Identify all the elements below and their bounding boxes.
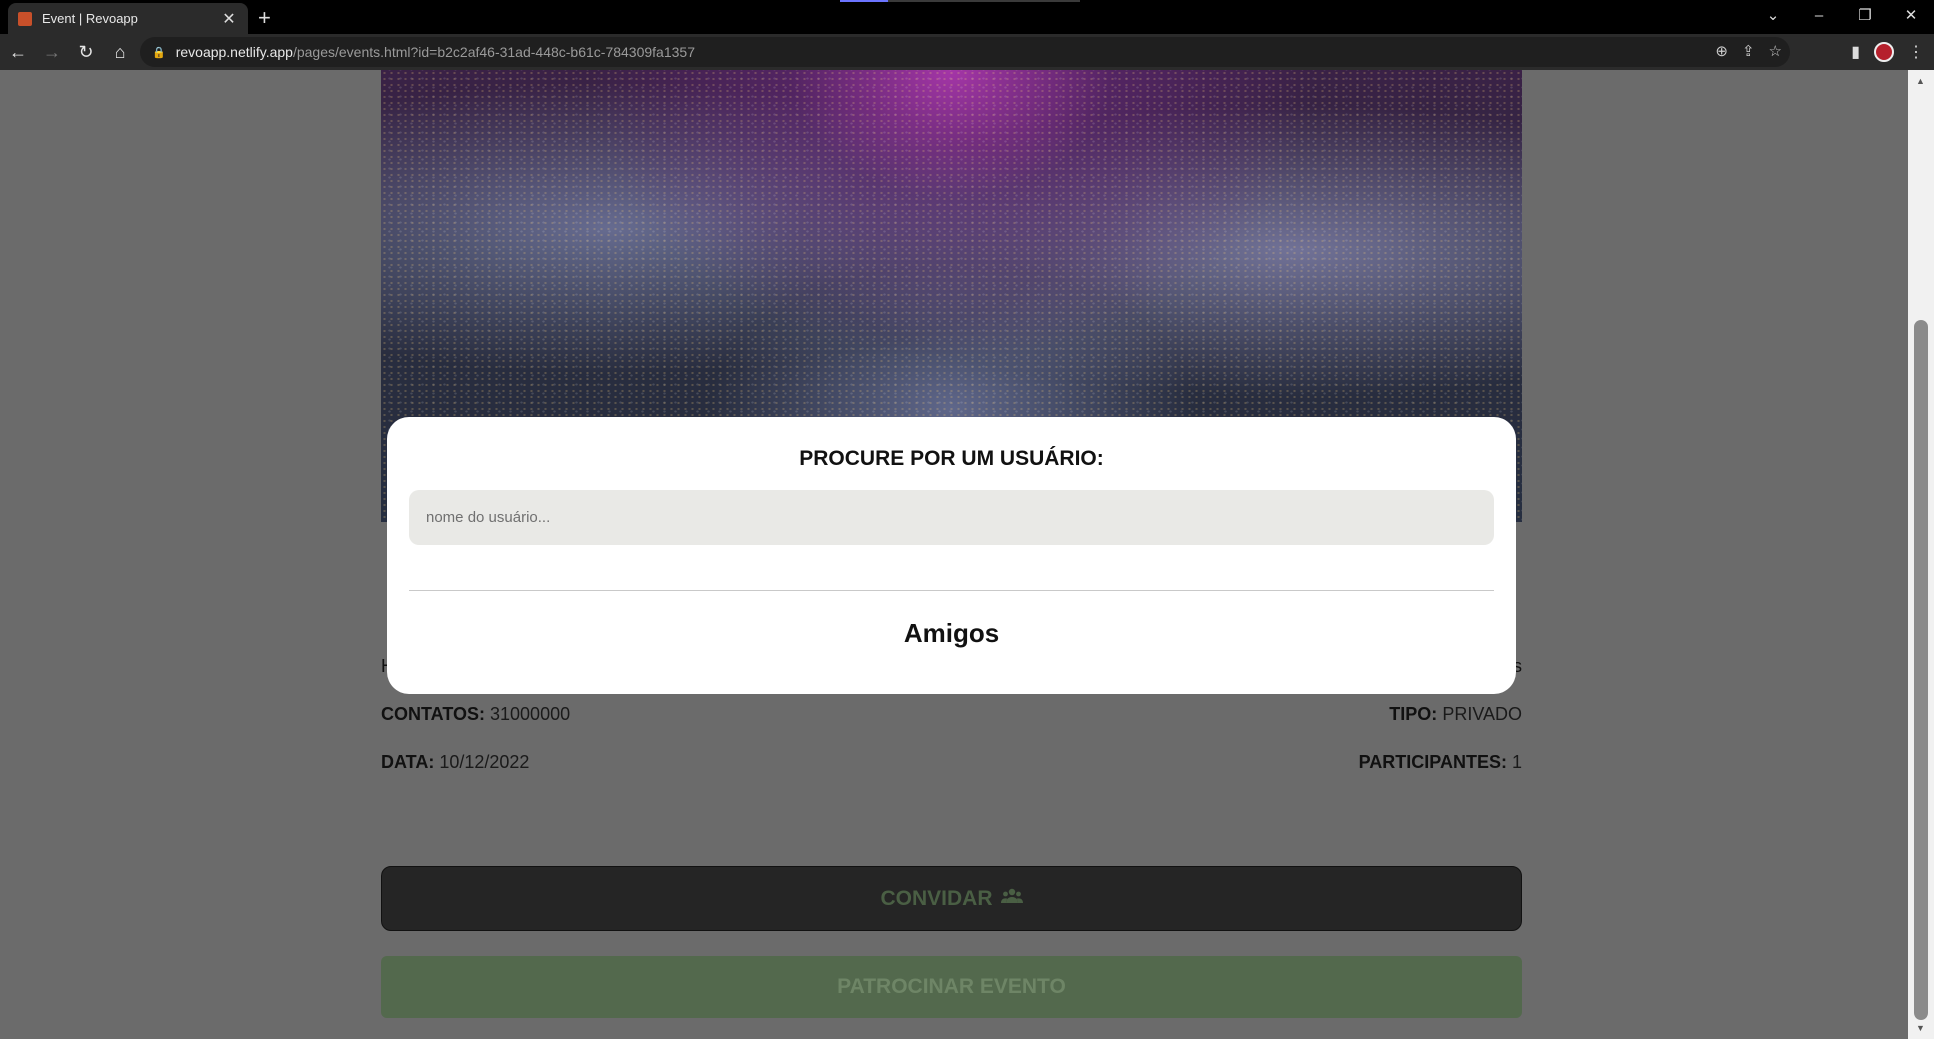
scroll-up-arrow-icon[interactable]: ▲ [1916, 76, 1925, 86]
bookmark-star-icon[interactable]: ☆ [1769, 42, 1782, 60]
url-host: revoapp.netlify.app [175, 44, 293, 60]
scroll-down-arrow-icon[interactable]: ▼ [1916, 1023, 1925, 1033]
search-user-modal: PROCURE POR UM USUÁRIO: Amigos [387, 417, 1516, 694]
reload-button[interactable]: ↻ [70, 36, 102, 68]
browser-toolbar: ← → ↻ ⌂ 🔒 revoapp.netlify.app/pages/even… [0, 34, 1934, 70]
restore-button[interactable]: ❐ [1842, 0, 1888, 30]
forward-button[interactable]: → [36, 36, 68, 68]
lock-icon: 🔒 [152, 46, 166, 59]
toolbar-right: ▮ ⋮ [1851, 37, 1924, 67]
contacts-label: CONTATOS: [381, 704, 485, 724]
url-path: /pages/events.html?id=b2c2af46-31ad-448c… [292, 44, 695, 60]
side-panel-icon[interactable]: ▮ [1851, 42, 1860, 62]
profile-avatar[interactable] [1874, 42, 1894, 62]
tab-search-icon[interactable]: ⌄ [1750, 0, 1796, 30]
new-tab-button[interactable]: + [258, 5, 271, 31]
page-scrollbar[interactable]: ▲ ▼ [1908, 70, 1934, 1039]
minimize-button[interactable]: – [1796, 0, 1842, 30]
type-label: TIPO: [1389, 704, 1438, 724]
invite-button-label: CONVIDAR [880, 886, 993, 910]
tab-strip-indicator [840, 0, 1080, 2]
page-viewport: H s CONTATOS: 31000000 TIPO: PRIVADO DAT… [0, 70, 1908, 1039]
participants-value: 1 [1511, 752, 1522, 772]
window-controls: ⌄ – ❐ ✕ [1750, 0, 1934, 30]
sponsor-event-button[interactable]: PATROCINAR EVENTO [381, 956, 1522, 1018]
users-icon [1000, 888, 1023, 909]
invite-button[interactable]: CONVIDAR [381, 866, 1522, 931]
modal-divider [409, 590, 1494, 591]
info-row-date-participants: DATA: 10/12/2022 PARTICIPANTES: 1 [381, 752, 1522, 773]
friends-heading: Amigos [903, 618, 1000, 648]
share-icon[interactable]: ⇪ [1742, 42, 1755, 60]
menu-icon[interactable]: ⋮ [1908, 42, 1924, 62]
favicon-icon [18, 11, 32, 26]
tab-title: Event | Revoapp [42, 11, 138, 26]
participants-field: PARTICIPANTES: 1 [1359, 752, 1522, 773]
omnibox-icons: ⊕ ⇪ ☆ [1715, 42, 1782, 60]
participants-label: PARTICIPANTES: [1358, 752, 1507, 772]
date-label: DATA: [381, 752, 435, 772]
sponsor-button-label: PATROCINAR EVENTO [837, 975, 1066, 998]
contacts-field: CONTATOS: 31000000 [381, 704, 570, 725]
home-button[interactable]: ⌂ [104, 36, 136, 68]
scroll-thumb[interactable] [1914, 320, 1928, 1020]
info-row-contacts-type: CONTATOS: 31000000 TIPO: PRIVADO [381, 704, 1522, 725]
zoom-icon[interactable]: ⊕ [1715, 42, 1728, 60]
tab-close-icon[interactable]: ✕ [220, 9, 238, 29]
modal-title: PROCURE POR UM USUÁRIO: [799, 447, 1104, 470]
type-field: TIPO: PRIVADO [1389, 704, 1522, 725]
date-value: 10/12/2022 [439, 752, 530, 772]
date-field: DATA: 10/12/2022 [381, 752, 529, 773]
back-button[interactable]: ← [2, 36, 34, 68]
browser-tab-bar: Event | Revoapp ✕ + ⌄ – ❐ ✕ [0, 0, 1934, 34]
user-search-input[interactable] [409, 490, 1494, 545]
address-bar[interactable]: 🔒 revoapp.netlify.app/pages/events.html?… [140, 37, 1790, 67]
type-value: PRIVADO [1442, 704, 1522, 724]
close-window-button[interactable]: ✕ [1888, 0, 1934, 30]
contacts-value: 31000000 [490, 704, 571, 724]
browser-tab[interactable]: Event | Revoapp ✕ [8, 3, 248, 34]
